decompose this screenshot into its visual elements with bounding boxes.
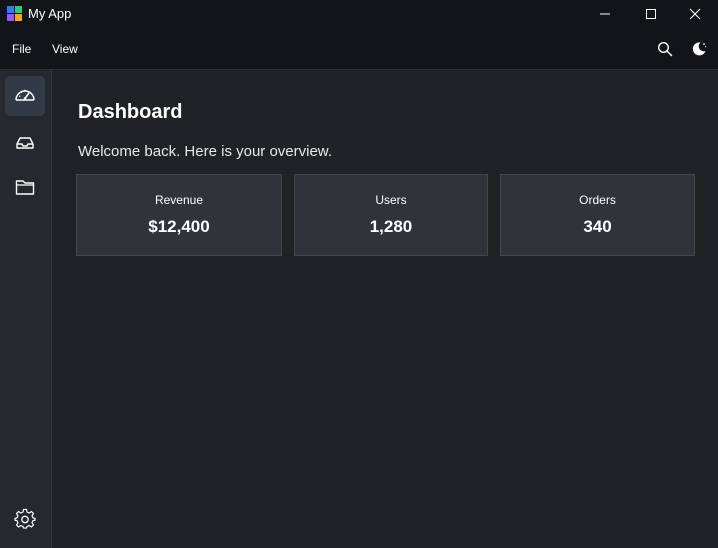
theme-moon-icon — [692, 42, 707, 56]
page-title: Dashboard — [78, 101, 183, 123]
main-content: Dashboard Welcome back. Here is your ove… — [52, 70, 718, 548]
stat-card-value: 1,280 — [369, 217, 413, 236]
sidebar-item-settings[interactable] — [5, 499, 45, 539]
dashboard-gauge-icon — [15, 89, 35, 101]
settings-gear-icon — [14, 508, 36, 529]
maximize-button[interactable] — [628, 0, 674, 28]
sidebar-item-folder[interactable] — [5, 167, 45, 207]
folder-icon — [15, 180, 35, 195]
close-button[interactable] — [672, 0, 718, 28]
stat-card-orders: Orders 340 — [500, 174, 695, 256]
stat-card-label: Users — [375, 193, 407, 207]
maximize-icon — [646, 9, 656, 19]
menu-file[interactable]: File — [12, 42, 31, 56]
stat-card-label: Orders — [579, 193, 616, 207]
minimize-button[interactable] — [582, 0, 628, 28]
menu-view[interactable]: View — [52, 42, 78, 56]
stat-card-value: 340 — [583, 217, 612, 236]
stat-card-users: Users 1,280 — [294, 174, 488, 256]
sidebar — [0, 70, 52, 548]
close-icon — [689, 8, 701, 20]
title-bar: My App — [0, 0, 718, 28]
search-button[interactable] — [655, 39, 675, 59]
stat-card-label: Revenue — [154, 193, 204, 207]
page-subtitle: Welcome back. Here is your overview. — [78, 143, 332, 160]
sidebar-item-dashboard[interactable] — [5, 76, 45, 116]
stat-card-value: $12,400 — [148, 217, 210, 236]
theme-toggle-button[interactable] — [689, 39, 709, 59]
sidebar-item-inbox[interactable] — [5, 123, 45, 163]
app-window: My App File View Dashboard Welcome back.… — [0, 0, 718, 548]
minimize-icon — [600, 13, 610, 15]
app-title: My App — [28, 6, 72, 21]
stat-card-revenue: Revenue $12,400 — [76, 174, 282, 256]
menu-bar: File View — [0, 28, 718, 70]
app-logo-icon — [7, 6, 22, 21]
inbox-icon — [16, 137, 34, 149]
search-icon — [657, 41, 673, 57]
